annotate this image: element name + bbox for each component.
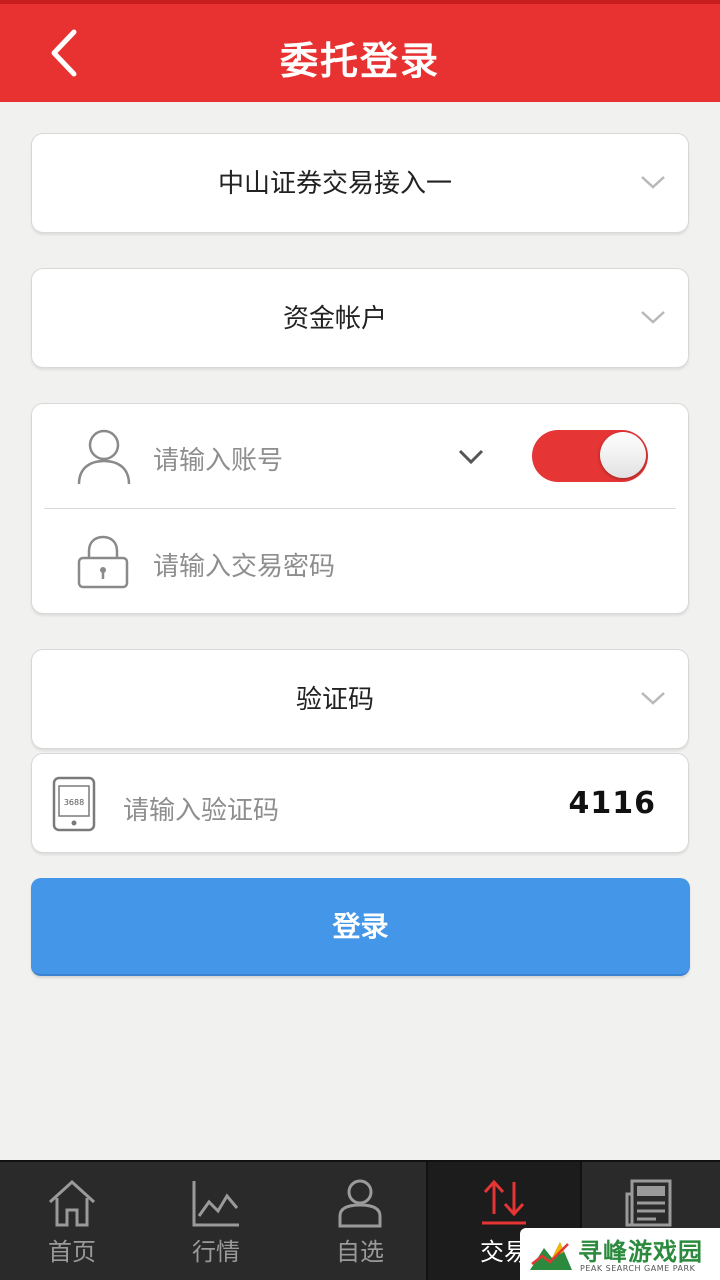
chevron-down-icon	[641, 176, 665, 189]
captcha-select-value: 验证码	[295, 685, 374, 715]
toggle-knob	[600, 432, 646, 478]
account-type-select[interactable]: 资金帐户	[31, 268, 689, 368]
tab-home[interactable]: 首页	[0, 1162, 144, 1280]
home-icon	[48, 1179, 96, 1227]
header-bar: 委托登录	[0, 0, 720, 102]
market-chart-icon	[192, 1181, 239, 1227]
account-dropdown-icon[interactable]	[458, 448, 484, 466]
user-icon	[77, 429, 131, 485]
captcha-code[interactable]: 4116	[569, 754, 657, 854]
chevron-down-icon	[641, 311, 665, 324]
phone-code-text: 3688	[64, 798, 84, 807]
tab-watchlist[interactable]: 自选	[288, 1162, 432, 1280]
divider	[44, 508, 676, 509]
captcha-input[interactable]: 请输入验证码	[123, 790, 279, 827]
watermark-subtext: PEAK SEARCH GAME PARK	[580, 1264, 696, 1273]
account-type-select-value: 资金帐户	[282, 304, 387, 334]
chevron-down-icon	[641, 692, 665, 705]
login-button[interactable]: 登录	[31, 878, 690, 976]
password-input[interactable]: 请输入交易密码	[153, 546, 335, 583]
lock-icon	[77, 535, 129, 589]
credentials-card: 请输入账号 请输入交易密码	[31, 403, 689, 614]
account-input[interactable]: 请输入账号	[153, 440, 283, 477]
watermark: 寻峰游戏园 PEAK SEARCH GAME PARK	[520, 1228, 720, 1280]
tab-market[interactable]: 行情	[144, 1162, 288, 1280]
watermark-text: 寻峰游戏园	[578, 1238, 703, 1266]
news-icon	[625, 1179, 672, 1227]
captcha-type-select[interactable]: 验证码	[31, 649, 689, 749]
user-icon	[338, 1179, 382, 1228]
tab-label: 首页	[48, 1238, 96, 1266]
page-title: 委托登录	[279, 39, 440, 83]
phone-code-icon: 3688	[52, 776, 96, 832]
broker-select-value: 中山证券交易接入一	[217, 169, 452, 199]
remember-account-toggle[interactable]	[532, 430, 648, 482]
mountain-logo-icon	[530, 1242, 572, 1270]
broker-select[interactable]: 中山证券交易接入一	[31, 133, 689, 233]
tab-label: 自选	[336, 1238, 384, 1266]
captcha-card: 3688 请输入验证码 4116	[31, 753, 689, 853]
tab-label: 行情	[192, 1238, 240, 1266]
trade-arrows-icon	[482, 1179, 526, 1225]
